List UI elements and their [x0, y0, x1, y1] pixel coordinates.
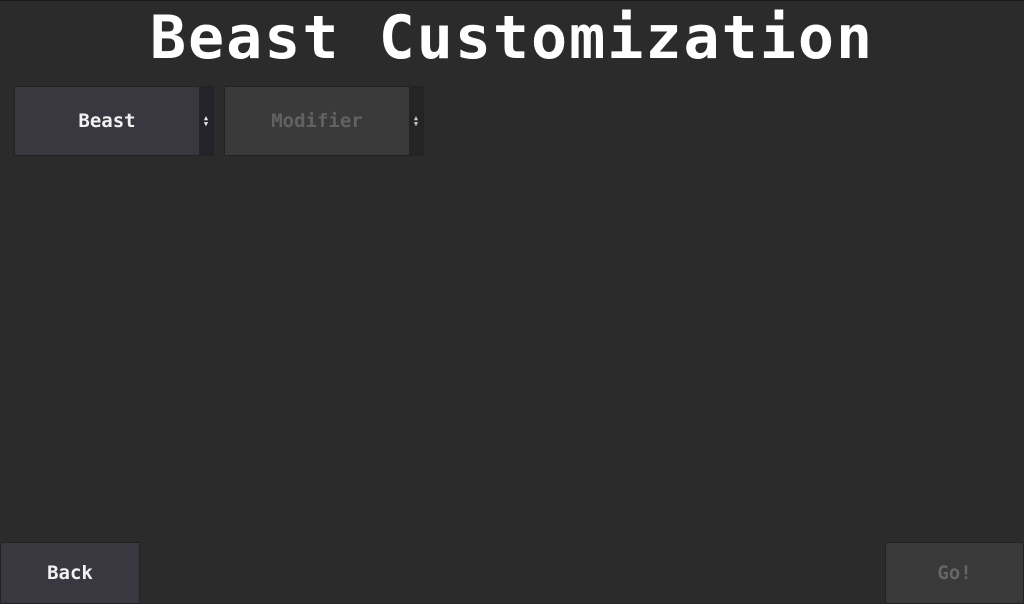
beast-select-value: Beast [15, 87, 199, 155]
page-title: Beast Customization [149, 3, 875, 73]
modifier-select-value: Modifier [225, 87, 409, 155]
back-button[interactable]: Back [0, 542, 140, 604]
game-screen: Beast Customization Beast ▲ ▼ Modifier ▲ ▼… [0, 0, 1024, 604]
modifier-select[interactable]: Modifier ▲ ▼ [224, 86, 424, 156]
select-arrows-icon: ▲ ▼ [199, 87, 213, 155]
select-arrows-icon: ▲ ▼ [409, 87, 423, 155]
go-button[interactable]: Go! [885, 542, 1024, 604]
beast-select[interactable]: Beast ▲ ▼ [14, 86, 214, 156]
